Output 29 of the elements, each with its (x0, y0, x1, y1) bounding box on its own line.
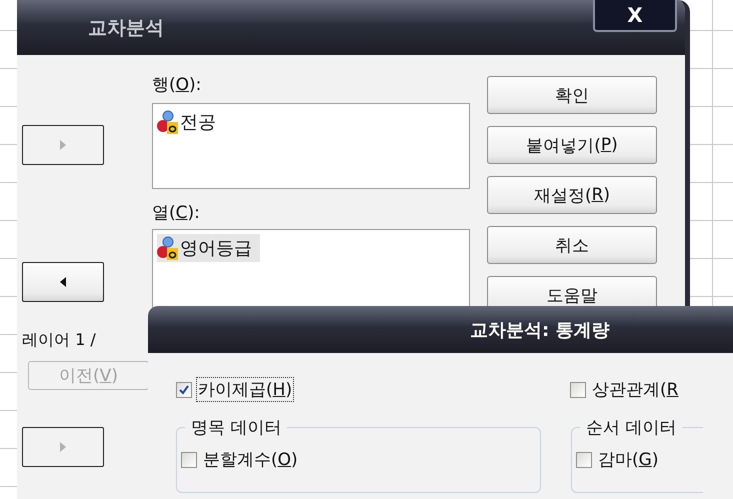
dialog-button[interactable]: 재설정(R) (487, 176, 657, 214)
close-button[interactable]: X (593, 0, 677, 32)
group-title: 순서 데이터 (585, 417, 678, 439)
checkbox-label: 분할계수(O) (202, 449, 299, 472)
dialog-button[interactable]: 취소 (487, 226, 657, 264)
window-title: 교차분석: 통계량 (470, 318, 610, 342)
field-label: 행(O): (152, 74, 202, 97)
triangle-left-icon (60, 277, 66, 287)
variable-list[interactable]: 전공 (152, 103, 470, 189)
triangle-right-icon (60, 442, 66, 452)
list-item[interactable]: 영어등급 (157, 234, 260, 262)
list-item[interactable]: 전공 (157, 108, 224, 136)
checkbox-label: 카이제곱(H) (196, 377, 294, 402)
field-label: 열(C): (152, 202, 201, 225)
checkbox-label: 상관관계(R (591, 379, 680, 402)
layer-label: 레이어 1 / (22, 330, 96, 351)
checkbox[interactable] (576, 452, 592, 468)
checkbox[interactable] (570, 382, 586, 398)
variable-icon (157, 236, 179, 260)
dialog-button[interactable]: 붙여넣기(P) (487, 126, 657, 164)
window-title: 교차분석 (88, 16, 164, 40)
arrow-button[interactable] (22, 262, 104, 302)
checkbox[interactable] (181, 452, 197, 468)
checkbox-label: 감마(G) (597, 449, 660, 472)
checkbox[interactable] (176, 382, 192, 398)
dialog-button[interactable]: 확인 (487, 76, 657, 114)
variable-icon (157, 110, 179, 134)
group-title: 명목 데이터 (190, 417, 282, 439)
triangle-right-icon (60, 140, 66, 150)
